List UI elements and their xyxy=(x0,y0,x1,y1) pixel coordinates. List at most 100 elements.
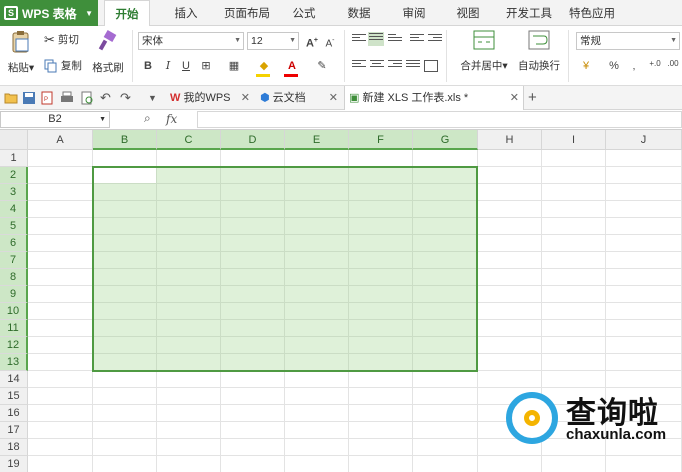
row-header[interactable]: 15 xyxy=(0,388,28,405)
name-box[interactable]: B2 ▼ xyxy=(0,111,110,128)
align-left-icon[interactable] xyxy=(352,60,366,72)
fill-color-icon[interactable]: ◆ xyxy=(256,58,272,74)
select-all-corner[interactable] xyxy=(0,130,28,150)
column-header[interactable]: I xyxy=(542,130,606,150)
tab-formulas[interactable]: 公式 xyxy=(286,0,322,26)
font-color-icon[interactable]: A xyxy=(284,58,300,74)
open-folder-icon[interactable] xyxy=(4,91,18,105)
row-header[interactable]: 5 xyxy=(0,218,28,235)
italic-button[interactable]: I xyxy=(160,58,176,74)
row-header[interactable]: 8 xyxy=(0,269,28,286)
align-right-icon[interactable] xyxy=(388,60,402,72)
print-icon[interactable] xyxy=(60,91,74,105)
tab-insert[interactable]: 插入 xyxy=(166,0,206,26)
justify-icon[interactable] xyxy=(406,60,420,72)
new-tab-icon[interactable]: + xyxy=(528,86,544,110)
tab-view[interactable]: 视图 xyxy=(450,0,486,26)
comma-button[interactable]: ‚ xyxy=(626,58,642,74)
number-format-select[interactable]: 常规 ▼ xyxy=(576,32,680,50)
tab-data[interactable]: 数据 xyxy=(340,0,378,26)
distributed-icon[interactable] xyxy=(424,60,438,72)
copy-button[interactable]: 复制 xyxy=(44,58,82,73)
column-header[interactable]: E xyxy=(285,130,349,150)
column-header[interactable]: G xyxy=(413,130,478,150)
copy-label: 复制 xyxy=(60,60,82,72)
selected-range[interactable] xyxy=(92,166,478,372)
row-header[interactable]: 19 xyxy=(0,456,28,472)
zoom-magnifier-icon[interactable]: ⌕ xyxy=(144,111,151,126)
doc-tab-label: 新建 XLS 工作表.xls * xyxy=(362,92,469,104)
percent-button[interactable]: % xyxy=(606,58,622,74)
row-header[interactable]: 6 xyxy=(0,235,28,252)
column-header[interactable]: B xyxy=(93,130,157,150)
column-header[interactable]: C xyxy=(157,130,221,150)
format-painter-label: 格式刷 xyxy=(92,62,124,74)
merge-center-button[interactable]: 合并居中▾ xyxy=(454,30,514,73)
tab-home[interactable]: 开始 xyxy=(104,0,150,27)
row-header[interactable]: 18 xyxy=(0,439,28,456)
fill-pattern-icon[interactable]: ▦ xyxy=(226,58,242,74)
row-header[interactable]: 2 xyxy=(0,167,28,184)
align-top-icon[interactable] xyxy=(352,34,366,46)
close-icon[interactable]: ✕ xyxy=(241,86,250,110)
font-color-bar xyxy=(284,74,298,77)
column-header[interactable]: A xyxy=(28,130,93,150)
format-painter-button[interactable]: 格式刷 xyxy=(90,30,126,75)
doc-tab-cloud[interactable]: ⬢ 云文档 ✕ xyxy=(256,86,342,110)
cut-button[interactable]: ✂ 剪切 xyxy=(44,32,79,48)
font-size-select[interactable]: 12 ▼ xyxy=(247,32,299,50)
doc-tab-my-wps[interactable]: W 我的WPS ✕ xyxy=(166,86,254,110)
decrease-font-icon[interactable]: A- xyxy=(322,33,338,49)
row-header[interactable]: 16 xyxy=(0,405,28,422)
bold-button[interactable]: B xyxy=(140,58,156,74)
undo-icon[interactable]: ↶ xyxy=(100,91,114,105)
row-header[interactable]: 3 xyxy=(0,184,28,201)
borders-icon[interactable]: ⊞ xyxy=(198,58,214,74)
redo-icon[interactable]: ↷ xyxy=(120,91,134,105)
row-header[interactable]: 17 xyxy=(0,422,28,439)
save-icon[interactable] xyxy=(22,91,36,105)
row-header[interactable]: 10 xyxy=(0,303,28,320)
active-cell[interactable] xyxy=(94,168,156,183)
align-center-icon[interactable] xyxy=(370,60,384,72)
row-header[interactable]: 11 xyxy=(0,320,28,337)
paste-button[interactable]: 粘贴▾ xyxy=(6,30,36,80)
row-header[interactable]: 1 xyxy=(0,150,28,167)
formula-input[interactable] xyxy=(197,111,682,128)
underline-button[interactable]: U xyxy=(178,58,194,74)
column-header[interactable]: J xyxy=(606,130,682,150)
column-header[interactable]: F xyxy=(349,130,413,150)
ribbon-separator xyxy=(132,30,133,82)
insert-function-button[interactable]: fx xyxy=(166,112,177,126)
column-header[interactable]: D xyxy=(221,130,285,150)
row-header[interactable]: 9 xyxy=(0,286,28,303)
tab-page-layout[interactable]: 页面布局 xyxy=(220,0,274,26)
wrap-text-button[interactable]: 自动换行 xyxy=(516,30,562,73)
currency-icon[interactable]: ¥ xyxy=(578,58,594,74)
row-header[interactable]: 4 xyxy=(0,201,28,218)
clear-format-icon[interactable]: ✎ xyxy=(314,58,330,74)
app-menu-button[interactable]: S WPS 表格 ▼ xyxy=(0,0,98,26)
align-bottom-icon[interactable] xyxy=(388,34,402,46)
indent-decrease-icon[interactable] xyxy=(410,34,424,46)
tab-special[interactable]: 特色应用 xyxy=(566,0,618,26)
align-middle-icon[interactable] xyxy=(368,32,384,46)
row-header[interactable]: 12 xyxy=(0,337,28,354)
customize-toolbar-icon[interactable]: ▼ xyxy=(148,91,162,105)
font-name-select[interactable]: 宋体 ▼ xyxy=(138,32,244,50)
tab-developer[interactable]: 开发工具 xyxy=(502,0,556,26)
row-header[interactable]: 7 xyxy=(0,252,28,269)
indent-increase-icon[interactable] xyxy=(428,34,442,46)
tab-review[interactable]: 审阅 xyxy=(396,0,432,26)
close-icon[interactable]: ✕ xyxy=(510,86,519,110)
row-header[interactable]: 14 xyxy=(0,371,28,388)
increase-font-icon[interactable]: A+ xyxy=(304,33,320,50)
doc-tab-workbook[interactable]: ▣ 新建 XLS 工作表.xls * ✕ xyxy=(344,86,524,110)
close-icon[interactable]: ✕ xyxy=(329,86,338,110)
print-preview-icon[interactable] xyxy=(80,91,94,105)
column-header[interactable]: H xyxy=(478,130,542,150)
increase-decimal-button[interactable]: +.0 xyxy=(646,56,664,72)
row-header[interactable]: 13 xyxy=(0,354,28,371)
export-pdf-icon[interactable]: P xyxy=(40,91,54,105)
decrease-decimal-button[interactable]: .00 xyxy=(664,56,682,72)
